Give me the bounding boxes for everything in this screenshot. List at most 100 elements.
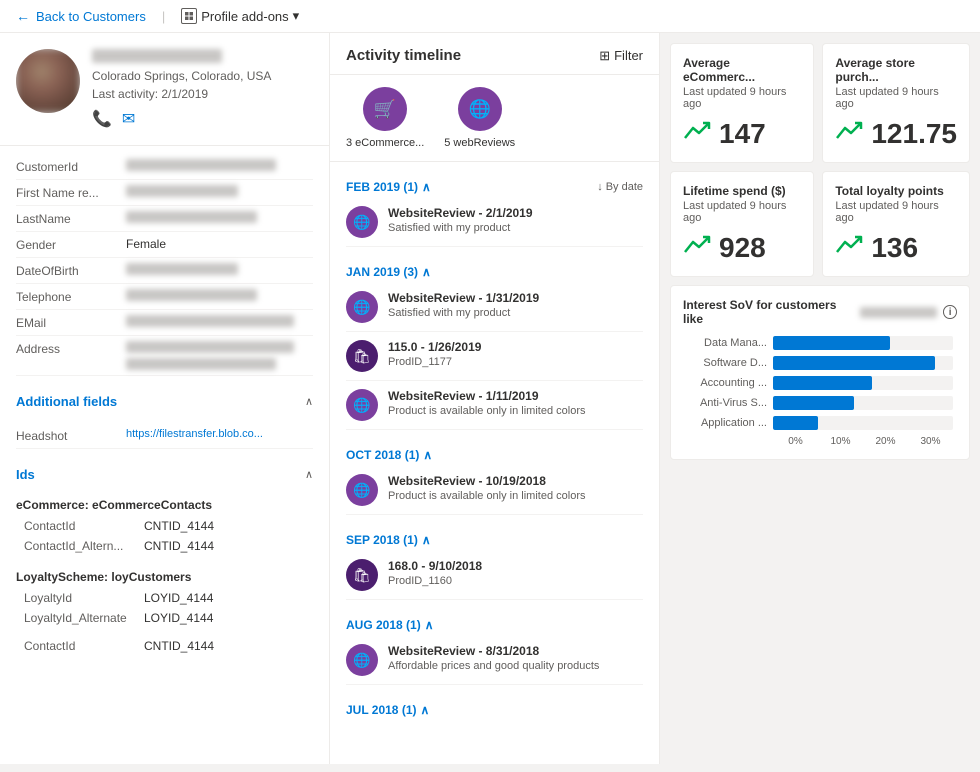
sort-label: By date xyxy=(606,181,643,193)
ids-row-contactid-1: ContactId CNTID_4144 xyxy=(16,516,313,536)
metric-updated-avg-ecommerce: Last updated 9 hours ago xyxy=(683,86,801,110)
metric-label-avg-ecommerce: Average eCommerc... xyxy=(683,56,801,84)
avatar-image xyxy=(16,49,80,113)
ids-source-ecommerce: eCommerce: eCommerceContacts ContactId C… xyxy=(0,488,329,560)
metrics-grid: Average eCommerc... Last updated 9 hours… xyxy=(670,43,970,277)
field-row-telephone: Telephone xyxy=(16,284,313,310)
basic-fields: CustomerId First Name re... LastName Gen… xyxy=(0,146,329,384)
metric-updated-lifetime-spend: Last updated 9 hours ago xyxy=(683,200,801,224)
month-label-jan2019[interactable]: JAN 2019 (3) ∧ xyxy=(346,265,431,279)
firstname-blur xyxy=(126,185,238,197)
metric-card-avg-ecommerce: Average eCommerc... Last updated 9 hours… xyxy=(670,43,814,163)
timeline-desc-4: Product is available only in limited col… xyxy=(388,405,643,417)
bar-fill-datamana xyxy=(773,336,890,350)
activity-icon-webreviews[interactable]: 🌐 5 webReviews xyxy=(444,87,515,149)
bar-label-accounting: Accounting ... xyxy=(687,377,767,389)
month-label-sep2018[interactable]: SEP 2018 (1) ∧ xyxy=(346,533,431,547)
sort-icon: ↓ xyxy=(597,181,603,193)
jul2018-text: JUL 2018 (1) xyxy=(346,703,416,717)
bar-label-datamana: Data Mana... xyxy=(687,337,767,349)
back-button[interactable]: ← Back to Customers xyxy=(16,8,146,24)
profile-location: Colorado Springs, Colorado, USA xyxy=(92,69,313,83)
ids-value-contactid-2: CNTID_4144 xyxy=(144,639,214,653)
axis-30pct: 30% xyxy=(908,436,953,447)
field-value-customerid xyxy=(126,159,313,171)
timeline-icon-purchase-2: 🛍 xyxy=(346,559,378,591)
ids-row-loyaltyid: LoyaltyId LOYID_4144 xyxy=(16,588,313,608)
bar-label-antivirus: Anti-Virus S... xyxy=(687,397,767,409)
field-row-lastname: LastName xyxy=(16,206,313,232)
info-icon[interactable]: i xyxy=(943,305,957,319)
timeline-item-websitereview-oct: 🌐 WebsiteReview - 10/19/2018 Product is … xyxy=(346,466,643,515)
dob-blur xyxy=(126,263,238,275)
back-arrow-icon: ← xyxy=(16,8,30,24)
month-label-aug2018[interactable]: AUG 2018 (1) ∧ xyxy=(346,618,434,632)
webreviews-icon-circle: 🌐 xyxy=(458,87,502,131)
ids-label-loyaltyid: LoyaltyId xyxy=(24,591,144,605)
timeline-title-3: 115.0 - 1/26/2019 xyxy=(388,340,643,354)
trend-up-icon-4 xyxy=(835,234,863,262)
jan2019-text: JAN 2019 (3) xyxy=(346,265,418,279)
metric-label-avg-store: Average store purch... xyxy=(835,56,957,84)
additional-fields-chevron: ∧ xyxy=(305,395,313,408)
bar-track-application xyxy=(773,416,953,430)
left-panel: Colorado Springs, Colorado, USA Last act… xyxy=(0,33,330,764)
top-nav: ← Back to Customers | Profile add-ons ▾ xyxy=(0,0,980,33)
profile-info: Colorado Springs, Colorado, USA Last act… xyxy=(92,49,313,129)
month-label-feb2019[interactable]: FEB 2019 (1) ∧ xyxy=(346,180,431,194)
filter-label: Filter xyxy=(614,48,643,63)
field-label-firstname: First Name re... xyxy=(16,185,126,200)
axis-20pct: 20% xyxy=(863,436,908,447)
field-label-telephone: Telephone xyxy=(16,289,126,304)
timeline-title-4: WebsiteReview - 1/11/2019 xyxy=(388,389,643,403)
ids-section-chevron: ∧ xyxy=(305,468,313,481)
interest-title-prefix: Interest SoV for customers like xyxy=(683,298,854,326)
right-panel: Average eCommerc... Last updated 9 hours… xyxy=(660,33,980,764)
field-value-telephone xyxy=(126,289,313,301)
webreviews-icon-label: 5 webReviews xyxy=(444,137,515,149)
month-header-feb2019: FEB 2019 (1) ∧ ↓ By date xyxy=(346,172,643,198)
metric-value-lifetime-spend: 928 xyxy=(719,232,766,264)
timeline-item-purchase-sep: 🛍 168.0 - 9/10/2018 ProdID_1160 xyxy=(346,551,643,600)
additional-fields-content: Headshot https://filestransfer.blob.co..… xyxy=(0,415,329,457)
filter-button[interactable]: ⊞ Filter xyxy=(599,48,643,64)
profile-addons-button[interactable]: Profile add-ons ▾ xyxy=(181,8,299,24)
field-value-lastname xyxy=(126,211,313,223)
field-value-headshot[interactable]: https://filestransfer.blob.co... xyxy=(126,428,313,440)
timeline-content-7: WebsiteReview - 8/31/2018 Affordable pri… xyxy=(388,644,643,676)
ids-section-title: Ids xyxy=(16,467,35,482)
ids-source-loyalty: LoyaltyScheme: loyCustomers LoyaltyId LO… xyxy=(0,560,329,632)
filter-icon: ⊞ xyxy=(599,48,610,64)
addons-label: Profile add-ons xyxy=(201,9,288,24)
interest-chart-card: Interest SoV for customers like i Data M… xyxy=(670,285,970,460)
field-row-address: Address xyxy=(16,336,313,376)
trend-up-icon-1 xyxy=(683,120,711,148)
aug2018-text: AUG 2018 (1) xyxy=(346,618,421,632)
month-label-oct2018[interactable]: OCT 2018 (1) ∧ xyxy=(346,448,432,462)
field-value-email xyxy=(126,315,313,327)
metric-card-avg-store: Average store purch... Last updated 9 ho… xyxy=(822,43,970,163)
main-layout: Colorado Springs, Colorado, USA Last act… xyxy=(0,33,980,764)
activity-icon-ecommerce[interactable]: 🛒 3 eCommerce... xyxy=(346,87,424,149)
ids-section-header[interactable]: Ids ∧ xyxy=(0,457,329,488)
telephone-blur xyxy=(126,289,257,301)
ids-value-contactid-alt: CNTID_4144 xyxy=(144,539,214,553)
lastname-blur xyxy=(126,211,257,223)
phone-icon[interactable]: 📞 xyxy=(92,109,112,129)
bar-row-datamana: Data Mana... xyxy=(687,336,953,350)
field-row-gender: Gender Female xyxy=(16,232,313,258)
month-group-feb2019: FEB 2019 (1) ∧ ↓ By date 🌐 WebsiteReview… xyxy=(346,172,643,247)
timeline-icon-web-1: 🌐 xyxy=(346,206,378,238)
month-header-jan2019: JAN 2019 (3) ∧ xyxy=(346,257,643,283)
month-header-aug2018: AUG 2018 (1) ∧ xyxy=(346,610,643,636)
email-icon[interactable]: ✉ xyxy=(122,109,135,129)
sort-by-date-button[interactable]: ↓ By date xyxy=(597,181,643,193)
field-label-address: Address xyxy=(16,341,126,356)
feb2019-chevron: ∧ xyxy=(422,180,431,194)
month-group-jul2018: JUL 2018 (1) ∧ xyxy=(346,695,643,721)
additional-fields-header[interactable]: Additional fields ∧ xyxy=(0,384,329,415)
month-group-oct2018: OCT 2018 (1) ∧ 🌐 WebsiteReview - 10/19/2… xyxy=(346,440,643,515)
field-label-dob: DateOfBirth xyxy=(16,263,126,278)
month-label-jul2018[interactable]: JUL 2018 (1) ∧ xyxy=(346,703,429,717)
address-blur-2 xyxy=(126,358,276,370)
